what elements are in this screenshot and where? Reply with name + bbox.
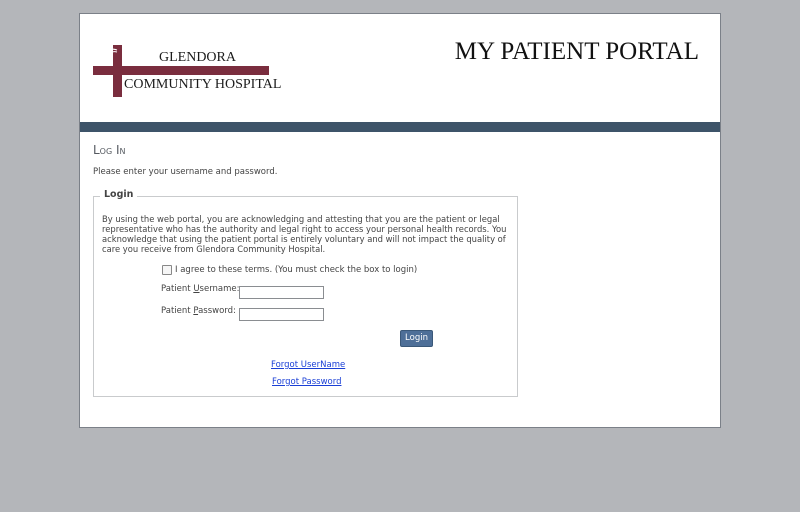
- username-label-suffix: sername:: [199, 284, 240, 294]
- username-label: Patient Username:: [161, 284, 240, 294]
- agree-terms-row[interactable]: I agree to these terms. (You must check …: [162, 264, 417, 276]
- agree-terms-checkbox[interactable]: [162, 265, 172, 275]
- username-label-prefix: Patient: [161, 284, 194, 294]
- login-legend: Login: [100, 189, 138, 200]
- instructions-text: Please enter your username and password.: [93, 167, 278, 177]
- logo-cross-horizontal: [93, 66, 269, 75]
- password-label-prefix: Patient: [161, 306, 194, 316]
- header-divider-band: [80, 122, 720, 132]
- header: GLENDORA COMMUNITY HOSPITAL MY PATIENT P…: [80, 14, 720, 122]
- hospital-logo[interactable]: GLENDORA COMMUNITY HOSPITAL: [93, 45, 281, 97]
- disclaimer-text: By using the web portal, you are acknowl…: [102, 214, 507, 254]
- portal-title: MY PATIENT PORTAL: [454, 38, 699, 65]
- page-title: Log In: [93, 143, 126, 157]
- password-field[interactable]: [239, 308, 324, 321]
- caduceus-icon: [98, 46, 118, 66]
- logo-text-line1: GLENDORA: [159, 50, 236, 65]
- logo-text-line2: COMMUNITY HOSPITAL: [124, 77, 282, 92]
- login-button[interactable]: Login: [400, 330, 433, 347]
- password-label-suffix: assword:: [198, 306, 236, 316]
- portal-window: GLENDORA COMMUNITY HOSPITAL MY PATIENT P…: [79, 13, 721, 428]
- password-label: Patient Password:: [161, 306, 236, 316]
- agree-terms-label[interactable]: I agree to these terms. (You must check …: [175, 265, 417, 275]
- login-fieldset: Login By using the web portal, you are a…: [93, 189, 518, 397]
- username-field[interactable]: [239, 286, 324, 299]
- forgot-password-link[interactable]: Forgot Password: [272, 377, 341, 387]
- forgot-username-link[interactable]: Forgot UserName: [271, 360, 345, 370]
